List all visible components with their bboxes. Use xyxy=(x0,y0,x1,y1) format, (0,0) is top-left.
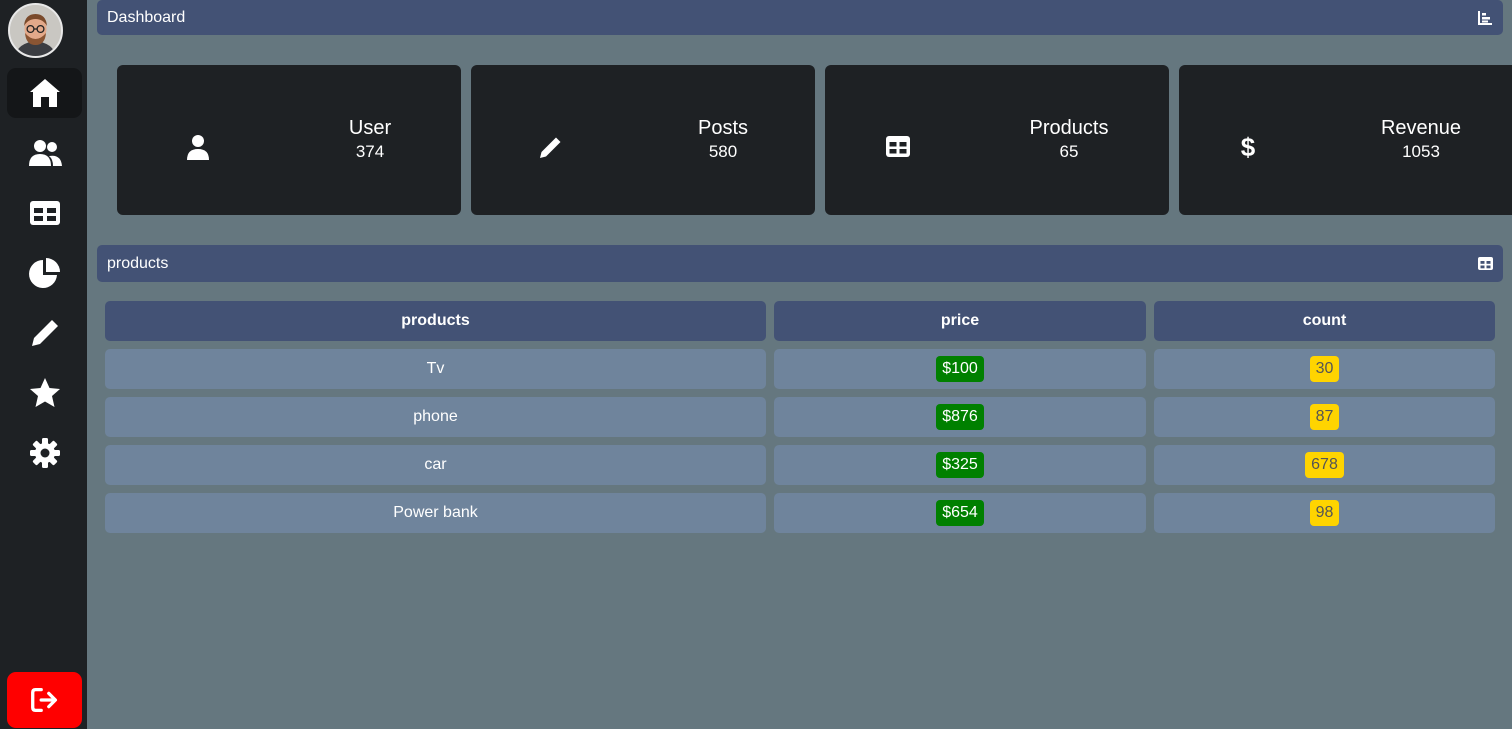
price-badge: $100 xyxy=(936,356,984,382)
price-badge: $876 xyxy=(936,404,984,430)
avatar[interactable] xyxy=(8,3,63,58)
user-icon xyxy=(187,135,209,160)
table-cell-count: 98 xyxy=(1154,493,1495,533)
count-badge: 678 xyxy=(1305,452,1344,478)
logout-icon xyxy=(30,687,57,713)
chart-icon[interactable] xyxy=(1477,9,1494,26)
products-header: products xyxy=(97,245,1503,282)
page-title: Dashboard xyxy=(107,8,186,26)
stat-title: Products xyxy=(1029,117,1109,139)
table-icon xyxy=(29,201,60,225)
table-icon xyxy=(886,136,910,157)
home-icon xyxy=(29,79,60,107)
section-title: products xyxy=(107,254,169,272)
column-header-products[interactable]: products xyxy=(105,301,766,341)
table-cell-price: $654 xyxy=(774,493,1146,533)
sidebar-item-favorites[interactable] xyxy=(7,368,82,418)
price-badge: $654 xyxy=(936,500,984,526)
table-cell-price: $100 xyxy=(774,349,1146,389)
star-icon xyxy=(29,378,60,407)
stat-card-user: User 374 xyxy=(117,65,461,215)
svg-text:$: $ xyxy=(1241,133,1256,161)
table-icon[interactable] xyxy=(1477,255,1494,272)
table-cell-count: 87 xyxy=(1154,397,1495,437)
stat-title: User xyxy=(348,117,392,139)
table-cell-product: phone xyxy=(105,397,766,437)
table-cell-count: 678 xyxy=(1154,445,1495,485)
count-badge: 98 xyxy=(1309,500,1340,526)
sidebar-item-settings[interactable] xyxy=(7,428,82,478)
column-header-price[interactable]: price xyxy=(774,301,1146,341)
table-cell-product: car xyxy=(105,445,766,485)
stat-card-products: Products 65 xyxy=(825,65,1169,215)
stat-title: Posts xyxy=(697,117,749,139)
sidebar-item-posts[interactable] xyxy=(7,308,82,358)
stat-value: 65 xyxy=(1059,142,1079,161)
pie-chart-icon xyxy=(28,258,60,288)
count-badge: 87 xyxy=(1309,404,1340,430)
price-badge: $325 xyxy=(936,452,984,478)
stat-value: 1053 xyxy=(1402,142,1440,161)
table-cell-price: $325 xyxy=(774,445,1146,485)
pencil-icon xyxy=(31,320,58,346)
sidebar-item-home[interactable] xyxy=(7,68,82,118)
users-icon xyxy=(28,140,62,166)
stat-title: Revenue xyxy=(1380,117,1462,139)
stat-card-posts: Posts 580 xyxy=(471,65,815,215)
stat-card-revenue: $ Revenue 1053 xyxy=(1179,65,1512,215)
dollar-icon: $ xyxy=(1241,133,1256,161)
table-cell-product: Tv xyxy=(105,349,766,389)
table-cell-count: 30 xyxy=(1154,349,1495,389)
gear-icon xyxy=(29,438,60,468)
stat-value: 374 xyxy=(355,142,385,161)
dashboard-header: Dashboard xyxy=(97,0,1503,35)
sidebar-item-table[interactable] xyxy=(7,188,82,238)
count-badge: 30 xyxy=(1309,356,1340,382)
stat-value: 580 xyxy=(708,142,738,161)
sidebar xyxy=(0,0,87,729)
column-header-count[interactable]: count xyxy=(1154,301,1495,341)
pencil-icon xyxy=(540,137,561,158)
sidebar-item-users[interactable] xyxy=(7,128,82,178)
logout-button[interactable] xyxy=(7,672,82,728)
table-cell-product: Power bank xyxy=(105,493,766,533)
table-cell-price: $876 xyxy=(774,397,1146,437)
sidebar-item-charts[interactable] xyxy=(7,248,82,298)
